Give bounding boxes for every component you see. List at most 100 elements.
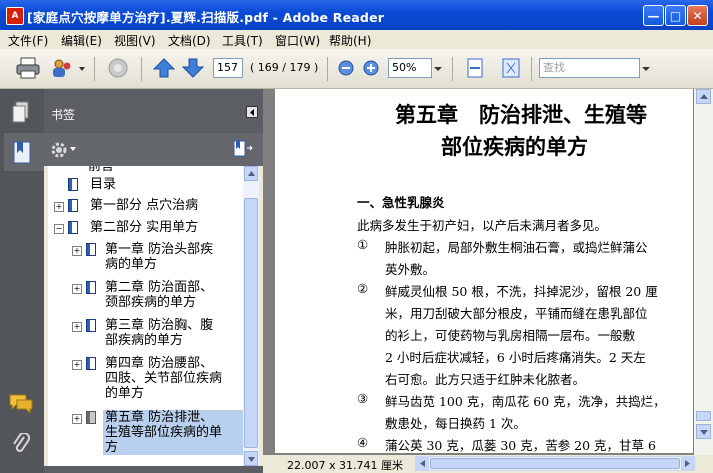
share-icon[interactable] xyxy=(105,57,131,79)
expand-plus-icon[interactable]: + xyxy=(72,360,82,370)
menu-file[interactable]: 文件(F) xyxy=(8,32,48,49)
expand-plus-icon[interactable]: + xyxy=(72,284,82,294)
bookmark-item-chapter-1[interactable]: 第一章 防治头部疾 病的单方 xyxy=(105,242,213,272)
menu-document[interactable]: 文档(D) xyxy=(168,32,211,49)
expand-plus-icon[interactable]: + xyxy=(72,322,82,332)
bookmarks-tab[interactable] xyxy=(4,133,44,171)
menu-edit[interactable]: 编辑(E) xyxy=(61,32,102,49)
collapse-panel-button[interactable] xyxy=(246,106,258,118)
minimize-icon: — xyxy=(647,9,660,23)
fit-width-icon[interactable] xyxy=(465,57,485,79)
zoom-out-icon[interactable] xyxy=(337,57,355,79)
intro-paragraph: 此病多发生于初产妇，以产后未满月者多见。 xyxy=(357,218,608,233)
page-number-input[interactable]: 157 xyxy=(213,58,243,78)
chevron-down-icon[interactable] xyxy=(77,57,87,79)
chevron-down-icon xyxy=(248,457,255,462)
bookmark-scrollbar[interactable] xyxy=(243,166,259,466)
bookmarks-panel-title: 书签 xyxy=(51,108,76,122)
doc-scroll-up-button[interactable] xyxy=(696,89,711,104)
zoom-select[interactable]: 50% xyxy=(388,58,432,78)
print-icon[interactable] xyxy=(15,57,41,79)
text-line: 2 小时后症状减轻，6 小时后疼痛消失。2 天左 xyxy=(385,350,646,365)
search-input[interactable]: 查找 xyxy=(539,58,640,78)
status-bar: 22.007 x 31.741 厘米 xyxy=(263,455,713,473)
document-scrollbar[interactable] xyxy=(694,89,713,455)
maximize-button[interactable]: □ xyxy=(665,5,686,26)
doc-scroll-thumb[interactable] xyxy=(696,411,711,421)
bookmark-icon xyxy=(86,357,96,370)
search-dropdown-icon[interactable] xyxy=(640,57,652,79)
item-number: ③ xyxy=(357,391,369,406)
text-line: 的衫上，可使药物与乳房相隔一层布。一般敷 xyxy=(385,328,636,343)
expand-plus-icon[interactable]: + xyxy=(54,202,64,212)
bookmark-item-chapter-3[interactable]: 第三章 防治胸、腹 部疾病的单方 xyxy=(105,318,213,348)
bookmark-label-line: 部疾病的单方 xyxy=(105,333,184,348)
close-button[interactable]: ✕ xyxy=(687,5,708,26)
full-screen-icon[interactable] xyxy=(500,57,522,79)
scroll-down-button[interactable] xyxy=(244,451,258,466)
bookmark-item-chapter-2[interactable]: 第二章 防治面部、 颈部疾病的单方 xyxy=(105,280,213,310)
page-count-label: ( 169 / 179 ) xyxy=(250,61,319,74)
zoom-dropdown-icon[interactable] xyxy=(432,57,444,79)
doc-scroll-down-button[interactable] xyxy=(696,424,711,439)
bookmark-label-line: 第四章 防治腰部、 xyxy=(105,356,214,371)
previous-page-icon[interactable] xyxy=(152,57,176,79)
minimize-button[interactable]: — xyxy=(643,5,664,26)
menu-view[interactable]: 视图(V) xyxy=(114,32,156,49)
text-line: 敷患处，每日换药 1 次。 xyxy=(385,416,526,431)
chevron-up-icon xyxy=(700,94,708,99)
zoom-in-icon[interactable] xyxy=(362,57,380,79)
pages-icon[interactable] xyxy=(11,101,31,125)
chevron-down-icon xyxy=(700,430,708,435)
item-number: ② xyxy=(357,281,369,296)
bookmark-label-line: 颈部疾病的单方 xyxy=(105,295,197,310)
text-line: 鲜马齿苋 100 克，南瓜花 60 克，洗净，共捣烂， xyxy=(385,394,666,409)
text-line: 右可愈。此方只适于红肿未化脓者。 xyxy=(385,372,586,387)
toolbar: 157 ( 169 / 179 ) 50% 查找 xyxy=(0,49,713,89)
comments-icon[interactable] xyxy=(8,393,34,415)
chevron-left-icon xyxy=(250,109,254,116)
bookmark-icon xyxy=(68,221,78,234)
item-number: ④ xyxy=(357,435,369,450)
chapter-title-line-2: 部位疾病的单方 xyxy=(441,134,588,159)
panel-footer xyxy=(44,466,263,473)
bookmark-label-line: 第五章 防治排泄、 xyxy=(105,410,214,425)
bookmark-item-part-one[interactable]: 第一部分 点穴治病 xyxy=(90,198,198,213)
bookmark-item-preface[interactable]: 前言 xyxy=(88,166,114,174)
bookmark-item-chapter-5[interactable]: 第五章 防治排泄、 生殖等部位疾病的单 方 xyxy=(103,410,243,455)
bookmark-icon xyxy=(86,243,96,256)
attachment-icon[interactable] xyxy=(11,433,31,457)
expand-bookmark-icon[interactable] xyxy=(232,139,254,159)
scroll-thumb[interactable] xyxy=(244,198,258,448)
bookmark-item-part-two[interactable]: 第二部分 实用单方 xyxy=(90,220,198,235)
menu-tools[interactable]: 工具(T) xyxy=(222,32,263,49)
item-number: ① xyxy=(357,237,369,252)
expand-plus-icon[interactable]: + xyxy=(72,246,82,256)
bookmark-label-line: 生殖等部位疾病的单 xyxy=(105,425,223,440)
bookmark-label-line: 四肢、关节部位疾病 xyxy=(105,371,223,386)
collaborate-icon[interactable] xyxy=(50,57,74,79)
menu-help[interactable]: 帮助(H) xyxy=(329,32,371,49)
menu-window[interactable]: 窗口(W) xyxy=(275,32,320,49)
bookmarks-panel-header: 书签 xyxy=(44,89,263,133)
options-chevron-down-icon[interactable] xyxy=(69,145,77,153)
scroll-right-button[interactable] xyxy=(681,457,694,470)
bookmark-label-line: 第三章 防治胸、腹 xyxy=(105,318,214,333)
scroll-up-button[interactable] xyxy=(244,166,258,181)
next-page-icon[interactable] xyxy=(181,57,205,79)
horizontal-scroll-thumb[interactable] xyxy=(430,458,680,469)
page-size-label: 22.007 x 31.741 厘米 xyxy=(287,459,403,472)
bookmark-item-contents[interactable]: 目录 xyxy=(90,177,116,192)
collapse-minus-icon[interactable]: − xyxy=(54,224,64,234)
bookmark-icon xyxy=(86,281,96,294)
horizontal-scrollbar[interactable] xyxy=(415,456,695,471)
toolbar-divider xyxy=(531,57,532,81)
bookmark-label-line: 第二章 防治面部、 xyxy=(105,280,214,295)
scroll-left-button[interactable] xyxy=(416,457,429,470)
gear-icon[interactable] xyxy=(50,141,68,159)
expand-plus-icon[interactable]: + xyxy=(72,414,82,424)
chevron-right-icon xyxy=(685,460,690,467)
text-line: 米，用刀刮破大部分根皮，平铺而缝在患乳部位 xyxy=(385,306,648,321)
bookmark-item-chapter-4[interactable]: 第四章 防治腰部、 四肢、关节部位疾病 的单方 xyxy=(105,356,222,401)
text-line: 蒲公英 30 克，瓜蒌 30 克，苦参 20 克，甘草 6 xyxy=(385,438,656,453)
